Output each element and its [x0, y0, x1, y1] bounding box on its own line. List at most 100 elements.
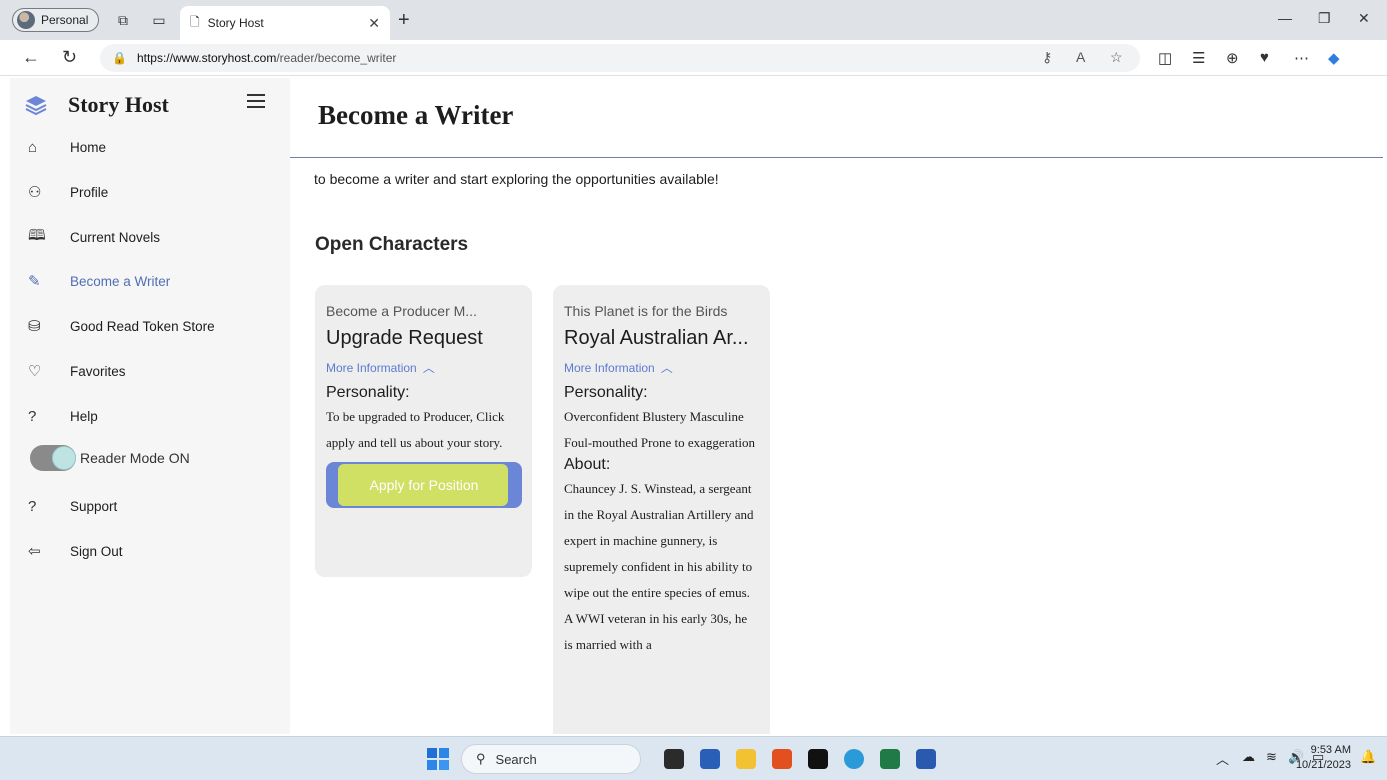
workspaces-icon[interactable]: ⧉	[114, 11, 132, 29]
store-icon[interactable]	[700, 749, 720, 769]
reader-mode-toggle-row[interactable]: Reader Mode ON	[30, 445, 190, 471]
search-icon: ⚲	[476, 751, 486, 766]
support-icon: ?	[28, 497, 37, 515]
sidebar-item-profile[interactable]: ⚇ Profile	[10, 177, 290, 207]
layers-logo-icon	[25, 96, 47, 116]
book-icon: 🕮	[28, 226, 46, 244]
apply-for-position-button[interactable]: Apply for Position	[326, 462, 522, 508]
sidebar-item-label: Home	[70, 139, 107, 155]
health-icon[interactable]: ♥	[1260, 49, 1269, 66]
favorite-star-icon[interactable]: ☆	[1110, 49, 1123, 66]
address-row: ← ↻ 🔒 https://www.storyhost.com/reader/b…	[0, 40, 1387, 76]
key-icon[interactable]: ⚷	[1042, 49, 1052, 66]
profile-button[interactable]: Personal	[12, 8, 100, 32]
toggle-knob	[52, 446, 76, 470]
menu-toggle-icon[interactable]	[247, 94, 265, 112]
refresh-icon[interactable]: ↻	[62, 48, 77, 66]
file-explorer-icon[interactable]	[736, 749, 756, 769]
sidebar-item-label: Sign Out	[70, 543, 123, 559]
onedrive-icon[interactable]: ☁	[1242, 749, 1255, 765]
sidebar-item-label: Support	[70, 498, 118, 514]
close-window-icon[interactable]: ✕	[1358, 10, 1370, 27]
page-title: Become a Writer	[318, 100, 514, 130]
reader-mode-label: Reader Mode ON	[80, 450, 190, 466]
more-information-toggle[interactable]: More Information ︿	[326, 359, 521, 376]
close-tab-icon[interactable]: ✕	[368, 15, 380, 32]
browser-titlebar: Personal ⧉ ▭ 🗋 Story Host ✕ + — ❐ ✕	[0, 0, 1387, 40]
sidebar-item-help[interactable]: ? Help	[10, 401, 290, 431]
clock-time: 9:53 AM	[1310, 744, 1351, 756]
card-story-title: This Planet is for the Birds	[564, 303, 728, 319]
notification-bell-icon[interactable]: 🔔	[1360, 749, 1376, 765]
tab-story-host[interactable]: 🗋 Story Host ✕	[180, 6, 390, 40]
more-information-label: More Information	[326, 360, 417, 375]
lock-icon: 🔒	[112, 51, 127, 65]
more-information-toggle[interactable]: More Information ︿	[564, 359, 759, 376]
new-tab-icon[interactable]: +	[398, 10, 410, 30]
taskbar-search[interactable]: ⚲ Search	[461, 744, 641, 774]
token-icon: ⛁	[28, 318, 41, 335]
card-character-name: Upgrade Request	[326, 327, 483, 349]
help-icon: ?	[28, 407, 37, 425]
sidebar-item-favorites[interactable]: ♡ Favorites	[10, 356, 290, 386]
copilot-icon[interactable]: ◆	[1328, 49, 1340, 67]
back-icon[interactable]: ←	[22, 48, 40, 66]
personality-label: Personality:	[326, 384, 410, 401]
sidebar-item-home[interactable]: ⌂ Home	[10, 132, 290, 162]
user-icon: ⚇	[28, 184, 42, 201]
collections-icon[interactable]: ⊕	[1226, 49, 1239, 67]
pencil-icon: ✎	[28, 273, 41, 290]
about-label: About:	[564, 456, 611, 473]
personality-text: Overconfident Blustery Masculine Foul-mo…	[564, 409, 755, 450]
task-view-icon[interactable]	[664, 749, 684, 769]
sidebar-item-label: Current Novels	[70, 229, 161, 245]
address-bar[interactable]: 🔒 https://www.storyhost.com/reader/becom…	[100, 44, 1140, 72]
character-card: Become a Producer M... Upgrade Request M…	[315, 285, 532, 577]
system-clock[interactable]: 9:53 AM 10/21/2023	[1296, 743, 1351, 773]
read-aloud-icon[interactable]: A	[1076, 49, 1085, 65]
excel-icon[interactable]	[880, 749, 900, 769]
wifi-icon[interactable]: ≋	[1266, 749, 1277, 765]
edge-icon[interactable]	[844, 749, 864, 769]
sidebar-item-label: Become a Writer	[70, 273, 171, 289]
chevron-up-icon[interactable]: ︿	[1216, 749, 1229, 768]
netflix-icon[interactable]	[808, 749, 828, 769]
personality-label: Personality:	[564, 384, 648, 401]
brand[interactable]: Story Host	[24, 90, 169, 120]
sidebar-item-sign-out[interactable]: ⇦ Sign Out	[10, 536, 290, 566]
chevron-up-icon: ︿	[422, 361, 435, 375]
sidebar-item-label: Profile	[70, 184, 109, 200]
brand-name: Story Host	[68, 92, 169, 117]
heart-icon: ♡	[28, 363, 42, 380]
word-icon[interactable]	[916, 749, 936, 769]
character-card: This Planet is for the Birds Royal Austr…	[553, 285, 770, 734]
avatar	[17, 11, 35, 29]
reader-mode-toggle[interactable]	[30, 445, 76, 471]
windows-start-icon[interactable]	[427, 748, 449, 770]
url-host: https://www.storyhost.com	[136, 51, 277, 65]
minimize-icon[interactable]: —	[1278, 10, 1292, 26]
intro-text: to become a writer and start exploring t…	[314, 171, 719, 187]
clock-date: 10/21/2023	[1295, 759, 1351, 771]
tab-title: Story Host	[207, 16, 264, 30]
card-story-title: Become a Producer M...	[326, 303, 477, 319]
title-divider	[290, 157, 1383, 158]
about-text: Chauncey J. S. Winstead, a sergeant in t…	[564, 481, 754, 652]
home-icon: ⌂	[28, 138, 38, 156]
split-screen-icon[interactable]: ◫	[1158, 49, 1172, 67]
url-path: /reader/become_writer	[276, 51, 397, 65]
sidebar-item-current-novels[interactable]: 🕮 Current Novels	[10, 222, 290, 252]
sidebar-item-label: Help	[70, 408, 98, 424]
page-icon: 🗋	[190, 14, 200, 29]
favorites-list-icon[interactable]: ☰	[1192, 49, 1205, 67]
restore-icon[interactable]: ❐	[1318, 10, 1331, 27]
taskbar: ⚲ Search ︿ ☁ ≋ 🔊 ▭ 9:53 AM 10/21/2023 🔔	[0, 736, 1387, 780]
sidebar-item-support[interactable]: ? Support	[10, 491, 290, 521]
sidebar-item-token-store[interactable]: ⛁ Good Read Token Store	[10, 311, 290, 341]
office-icon[interactable]	[772, 749, 792, 769]
sidebar-item-become-a-writer[interactable]: ✎ Become a Writer	[10, 266, 290, 296]
sidebar-item-label: Good Read Token Store	[70, 318, 215, 334]
tab-actions-icon[interactable]: ▭	[150, 11, 168, 29]
more-options-icon[interactable]: ⋯	[1294, 49, 1309, 67]
sidebar: Story Host ⌂ Home ⚇ Profile 🕮 Current No…	[10, 78, 290, 734]
